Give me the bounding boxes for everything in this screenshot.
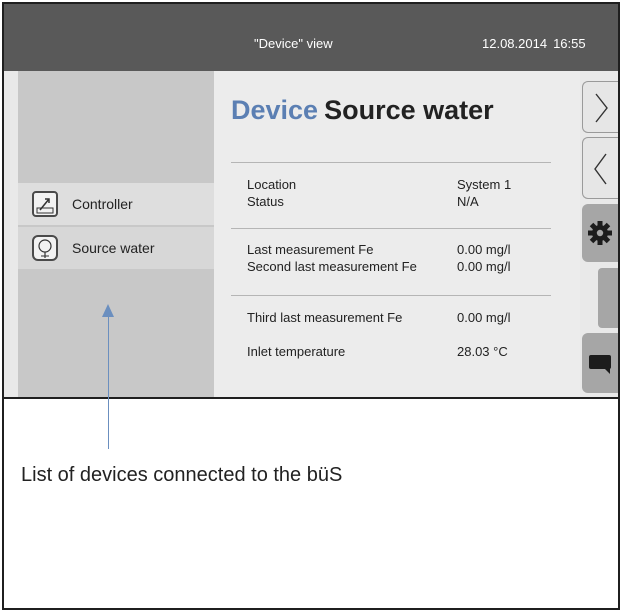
device-detail-panel: Device Source water Location System 1 Sta… (214, 71, 580, 397)
row-value: N/A (457, 194, 479, 209)
view-title: "Device" view (254, 36, 333, 51)
previous-icon (594, 153, 607, 185)
page-title: Device Source water (231, 95, 494, 126)
row-value: 0.00 mg/l (457, 242, 511, 257)
device-screen: "Device" view 12.08.2014 16:55 Controller (4, 4, 618, 399)
row-key: Status (247, 194, 284, 209)
row-key: Third last measurement Fe (247, 310, 403, 325)
row-value: 0.00 mg/l (457, 259, 511, 274)
time: 16:55 (553, 36, 586, 51)
device-item-source-water[interactable]: Source water (18, 227, 214, 269)
settings-button[interactable] (582, 204, 618, 262)
date-time: 12.08.2014 16:55 (482, 36, 592, 51)
message-icon (589, 355, 611, 374)
source-water-icon (32, 235, 58, 261)
title-device-name: Source water (324, 95, 494, 125)
next-icon (595, 93, 608, 123)
caption: List of devices connected to the büS (21, 464, 343, 486)
callout-line (108, 316, 109, 449)
gear-icon (588, 221, 612, 245)
device-item-controller[interactable]: Controller (18, 183, 214, 225)
side-rail (582, 71, 618, 397)
controller-icon (32, 191, 58, 217)
device-list: Controller Source water (18, 71, 214, 397)
row-value: 0.00 mg/l (457, 310, 511, 325)
divider (231, 162, 551, 163)
row-value: System 1 (457, 177, 512, 192)
row-key: Inlet temperature (247, 344, 346, 359)
divider (231, 228, 551, 229)
row-key: Second last measurement Fe (247, 259, 417, 274)
row-key: Location (247, 177, 297, 192)
device-item-label: Controller (72, 196, 133, 212)
message-button[interactable] (582, 333, 618, 393)
top-bar: "Device" view 12.08.2014 16:55 (4, 4, 618, 71)
title-prefix: Device (231, 95, 319, 125)
row-key: Last measurement Fe (247, 242, 374, 257)
date: 12.08.2014 (482, 36, 548, 51)
device-item-label: Source water (72, 240, 155, 256)
scroll-handle[interactable] (598, 268, 618, 328)
row-value: 28.03 °C (457, 344, 508, 359)
previous-button[interactable] (582, 137, 618, 199)
divider (231, 295, 551, 296)
figure-frame: "Device" view 12.08.2014 16:55 Controller (2, 2, 620, 610)
next-button[interactable] (582, 81, 618, 133)
